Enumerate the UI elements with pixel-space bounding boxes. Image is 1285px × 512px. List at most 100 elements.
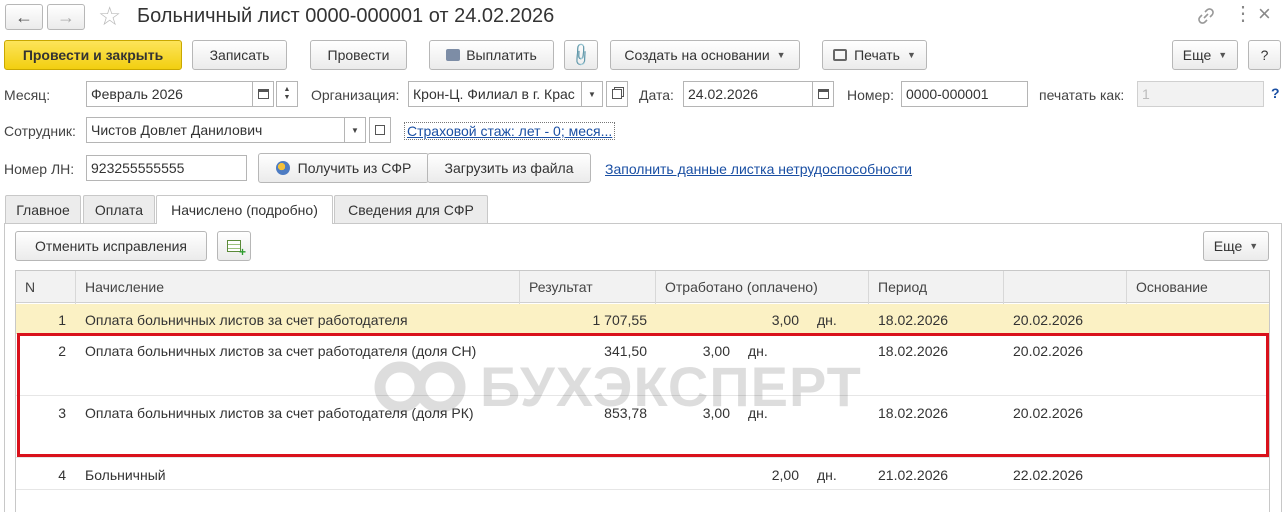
table-add-icon: +: [227, 240, 246, 258]
ln-number-label: Номер ЛН:: [4, 161, 75, 177]
create-based-on-label: Создать на основании: [624, 47, 770, 63]
get-from-sfr-label: Получить из СФР: [297, 160, 412, 176]
printer-icon: [833, 49, 848, 61]
print-button[interactable]: Печать ▼: [822, 40, 927, 70]
more-label: Еще: [1182, 47, 1212, 63]
pay-button[interactable]: Выплатить: [429, 40, 554, 70]
row-number: 3: [58, 405, 66, 421]
row-result: 853,78: [604, 405, 647, 421]
add-row-button[interactable]: +: [217, 231, 251, 261]
organization-open-button[interactable]: [606, 81, 628, 107]
help-button[interactable]: ?: [1248, 40, 1281, 70]
ln-number-field[interactable]: 923255555555: [86, 155, 247, 181]
row-worked: 3,00: [702, 405, 730, 421]
tab-payment-label: Оплата: [94, 201, 144, 218]
row-accrual: Оплата больничных листов за счет работод…: [85, 312, 408, 328]
print-as-label: печатать как:: [1039, 87, 1125, 103]
chevron-down-icon: ▼: [588, 89, 596, 99]
sfr-logo-icon: [275, 161, 290, 175]
favorite-star-icon[interactable]: ☆: [98, 2, 121, 30]
table-more-button[interactable]: Еще ▼: [1203, 231, 1269, 261]
close-icon[interactable]: ×: [1258, 3, 1271, 25]
window-title: Больничный лист 0000-000001 от 24.02.202…: [137, 5, 555, 27]
link-icon[interactable]: [1196, 6, 1216, 29]
employee-field[interactable]: Чистов Довлет Данилович: [86, 117, 345, 143]
row-worked: 3,00: [771, 312, 799, 328]
table-more-label: Еще: [1213, 238, 1243, 254]
row-period-to: 22.02.2026: [1013, 467, 1084, 483]
date-calendar-button[interactable]: [812, 81, 834, 107]
row-period-from: 21.02.2026: [878, 467, 949, 483]
tab-accrued-detailed[interactable]: Начислено (подробно): [156, 195, 333, 224]
row-period-to: 20.02.2026: [1013, 312, 1084, 328]
chevron-down-icon: ▼: [351, 125, 359, 135]
table-header: [16, 271, 1269, 303]
row-accrual: Оплата больничных листов за счет работод…: [85, 405, 474, 421]
tab-sfr-info-label: Сведения для СФР: [348, 201, 474, 218]
back-button[interactable]: ←: [5, 4, 43, 30]
tab-main[interactable]: Главное: [5, 195, 81, 223]
print-as-field[interactable]: 1: [1137, 81, 1264, 107]
more-button[interactable]: Еще ▼: [1172, 40, 1238, 70]
fill-sick-leave-data-link[interactable]: Заполнить данные листка нетрудоспособнос…: [605, 161, 912, 177]
tab-main-label: Главное: [16, 201, 70, 218]
pay-label: Выплатить: [466, 47, 537, 63]
organization-label: Организация:: [311, 87, 400, 103]
chevron-down-icon: ▼: [1218, 50, 1228, 60]
row-number: 4: [58, 467, 66, 483]
col-header-accrual[interactable]: Начисление: [76, 272, 164, 303]
chevron-down-icon: ▼: [1249, 241, 1259, 251]
number-label: Номер:: [847, 87, 894, 103]
pay-icon: [446, 49, 461, 61]
save-button[interactable]: Записать: [192, 40, 287, 70]
post-and-close-button[interactable]: Провести и закрыть: [4, 40, 182, 70]
row-accrual: Оплата больничных листов за счет работод…: [85, 343, 477, 359]
organization-field[interactable]: Крон-Ц. Филиал в г. Крас: [408, 81, 582, 107]
row-result: 1 707,55: [592, 312, 648, 328]
attach-button[interactable]: 📎: [564, 40, 598, 70]
row-period-from: 18.02.2026: [878, 343, 949, 359]
print-label: Печать: [854, 47, 900, 63]
tab-sfr-info[interactable]: Сведения для СФР: [334, 195, 488, 223]
col-header-period[interactable]: Период: [869, 272, 927, 303]
forward-button[interactable]: →: [47, 4, 85, 30]
col-header-basis[interactable]: Основание: [1127, 272, 1208, 303]
calendar-icon: [817, 89, 829, 99]
row-worked: 3,00: [702, 343, 730, 359]
print-as-help-link[interactable]: ?: [1271, 85, 1280, 101]
calendar-button[interactable]: [252, 81, 274, 107]
col-header-result[interactable]: Результат: [520, 272, 593, 303]
employee-label: Сотрудник:: [4, 123, 76, 139]
row-number: 1: [58, 312, 66, 328]
post-and-close-label: Провести и закрыть: [22, 47, 164, 63]
more-menu-icon[interactable]: ⋮: [1233, 4, 1253, 24]
insurance-experience-link[interactable]: Страховой стаж: лет - 0; меся...: [404, 122, 616, 140]
employee-dropdown-button[interactable]: ▼: [344, 117, 366, 143]
create-based-on-button[interactable]: Создать на основании ▼: [610, 40, 800, 70]
load-from-file-label: Загрузить из файла: [444, 160, 574, 176]
post-label: Провести: [327, 47, 390, 63]
post-button[interactable]: Провести: [310, 40, 407, 70]
row-unit: дн.: [817, 467, 837, 483]
tab-accrued-detailed-label: Начислено (подробно): [171, 202, 318, 218]
row-period-to: 20.02.2026: [1013, 405, 1084, 421]
organization-dropdown-button[interactable]: ▼: [581, 81, 603, 107]
col-header-worked[interactable]: Отработано (оплачено): [656, 272, 818, 303]
number-field[interactable]: 0000-000001: [901, 81, 1028, 107]
cancel-corrections-button[interactable]: Отменить исправления: [15, 231, 207, 261]
row-period-from: 18.02.2026: [878, 405, 949, 421]
month-label: Месяц:: [4, 87, 51, 103]
date-field[interactable]: 24.02.2026: [683, 81, 813, 107]
get-from-sfr-button[interactable]: Получить из СФР: [258, 153, 429, 183]
spin-up-icon: ▲: [283, 86, 291, 93]
tab-payment[interactable]: Оплата: [83, 195, 155, 223]
arrow-left-icon: ←: [15, 6, 33, 27]
month-field[interactable]: Февраль 2026: [86, 81, 253, 107]
employee-open-button[interactable]: [369, 117, 391, 143]
load-from-file-button[interactable]: Загрузить из файла: [427, 153, 591, 183]
row-unit: дн.: [748, 343, 768, 359]
cancel-corrections-label: Отменить исправления: [34, 238, 188, 254]
row-accrual: Больничный: [85, 467, 166, 483]
month-spinner[interactable]: ▲ ▼: [276, 81, 298, 107]
col-header-n[interactable]: N: [16, 272, 35, 303]
